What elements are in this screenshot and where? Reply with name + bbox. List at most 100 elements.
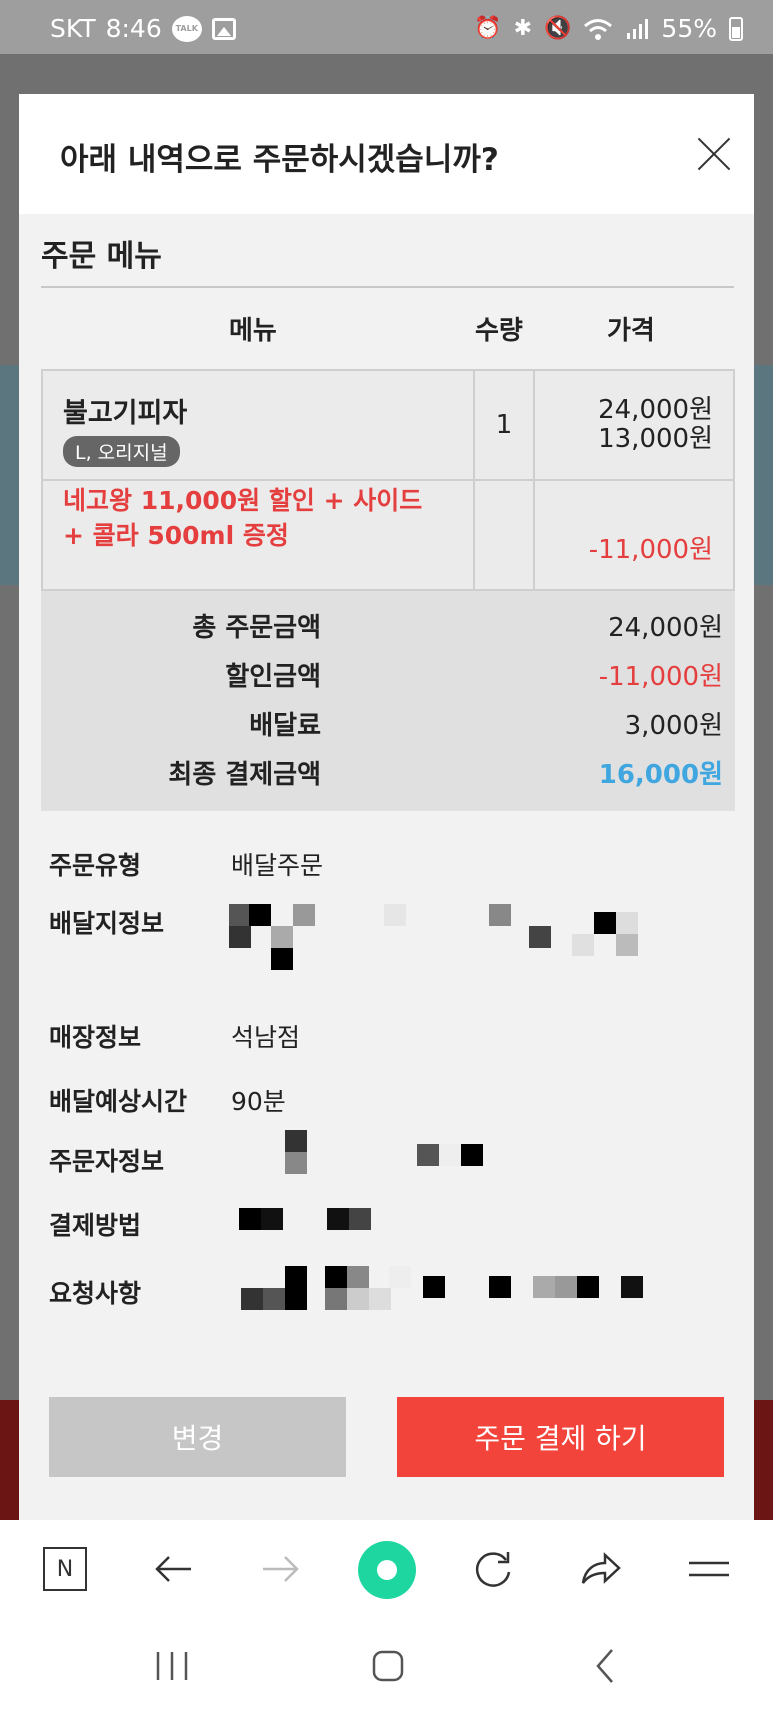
- redacted-block: [616, 912, 638, 934]
- bluetooth-icon: ✱: [513, 16, 533, 41]
- redacted-block: [461, 1144, 483, 1166]
- naver-home-button[interactable]: N: [40, 1544, 90, 1594]
- arrow-left-icon: [155, 1556, 191, 1582]
- item-qty: 1: [475, 371, 535, 479]
- redacted-block: [261, 1208, 283, 1230]
- discount-label: 할인금액: [225, 662, 321, 692]
- item-name: 불고기피자: [63, 398, 188, 429]
- back-button[interactable]: [148, 1544, 198, 1594]
- recent-apps-button[interactable]: [142, 1646, 202, 1686]
- total-order-value: 24,000원: [608, 613, 723, 643]
- order-menu-title: 주문 메뉴: [41, 239, 162, 274]
- redacted-block: [271, 948, 293, 970]
- redacted-block: [229, 904, 251, 926]
- forward-button[interactable]: [256, 1544, 306, 1594]
- redacted-block: [327, 1208, 349, 1230]
- redacted-block: [369, 1288, 391, 1310]
- order-type-value: 배달주문: [231, 851, 324, 880]
- redacted-block: [489, 1276, 511, 1298]
- delivery-fee-label: 배달료: [249, 711, 321, 741]
- payment-label: 결제방법: [49, 1211, 142, 1240]
- request-label: 요청사항: [49, 1279, 142, 1308]
- store-label: 매장정보: [49, 1023, 142, 1052]
- hamburger-icon: [689, 1561, 729, 1577]
- home-button[interactable]: [358, 1646, 418, 1686]
- modal-header: 아래 내역으로 주문하시겠습니까?: [19, 94, 754, 214]
- table-row: 네고왕 11,000원 할인 + 사이드 + 콜라 500ml 증정 -11,0…: [43, 481, 733, 589]
- refresh-button[interactable]: [468, 1544, 518, 1594]
- battery-icon: [729, 16, 743, 41]
- orderer-label: 주문자정보: [49, 1147, 165, 1176]
- redacted-block: [293, 904, 315, 926]
- browser-toolbar: N: [0, 1520, 773, 1616]
- arrow-right-icon: [263, 1556, 299, 1582]
- eta-label: 배달예상시간: [49, 1087, 188, 1116]
- column-header-qty: 수량: [475, 316, 523, 346]
- order-table: 불고기피자 L, 오리지널 1 24,000원 13,000원 네고왕 11,0…: [41, 369, 735, 591]
- wifi-icon: [584, 18, 613, 40]
- column-header-menu: 메뉴: [229, 316, 277, 346]
- close-icon[interactable]: [696, 136, 732, 172]
- refresh-icon: [475, 1552, 511, 1587]
- address-label: 배달지정보: [49, 909, 165, 938]
- redacted-block: [417, 1144, 439, 1166]
- change-button[interactable]: 변경: [49, 1397, 346, 1477]
- kakaotalk-icon: TALK: [171, 15, 202, 42]
- order-totals: 총 주문금액 24,000원 할인금액 -11,000원 배달료 3,000원 …: [41, 591, 735, 811]
- pay-order-button[interactable]: 주문 결제 하기: [397, 1397, 724, 1477]
- mute-icon: 🔇: [544, 16, 572, 41]
- item-price-sale: 13,000원: [598, 424, 713, 454]
- order-type-label: 주문유형: [49, 851, 142, 880]
- total-row-discount: 할인금액 -11,000원: [41, 650, 735, 699]
- redacted-block: [529, 926, 551, 948]
- status-bar: SKT 8:46 TALK ⏰ ✱ 🔇 55%: [0, 0, 773, 54]
- redacted-block: [616, 934, 638, 956]
- signal-icon: [627, 18, 649, 39]
- price-cell: 24,000원 13,000원: [535, 371, 733, 479]
- redacted-block: [229, 926, 251, 948]
- redacted-block: [594, 912, 616, 934]
- share-icon: [581, 1552, 621, 1584]
- menu-cell: 불고기피자 L, 오리지널: [43, 371, 475, 479]
- promotion-text-line1: 네고왕 11,000원 할인 + 사이드: [63, 486, 423, 515]
- column-header-price: 가격: [607, 316, 655, 346]
- redacted-block: [285, 1288, 307, 1310]
- redacted-block: [621, 1276, 643, 1298]
- redacted-block: [241, 1288, 263, 1310]
- item-option-badge: L, 오리지널: [63, 436, 180, 467]
- menu-button[interactable]: [684, 1544, 734, 1594]
- redacted-block: [239, 1208, 261, 1230]
- section-divider: [41, 286, 734, 288]
- home-icon: [372, 1650, 404, 1682]
- delivery-fee-value: 3,000원: [624, 711, 723, 741]
- total-row-final: 최종 결제금액 16,000원: [41, 748, 735, 797]
- green-dot-button[interactable]: [357, 1540, 417, 1600]
- clock-time: 8:46: [105, 14, 162, 43]
- redacted-block: [555, 1276, 577, 1298]
- redacted-block: [384, 904, 406, 926]
- redacted-block: [349, 1208, 371, 1230]
- redacted-block: [423, 1276, 445, 1298]
- kakaotalk-icon-label: TALK: [175, 24, 198, 33]
- final-amount-label: 최종 결제금액: [168, 760, 321, 790]
- green-dot-icon: [358, 1541, 416, 1599]
- table-row: 불고기피자 L, 오리지널 1 24,000원 13,000원: [43, 371, 733, 481]
- item-price-original: 24,000원: [598, 395, 713, 426]
- redacted-block: [347, 1288, 369, 1310]
- system-back-button[interactable]: [576, 1646, 636, 1686]
- order-confirm-modal: 아래 내역으로 주문하시겠습니까? 주문 메뉴 메뉴 수량 가격 불고기피자 L…: [19, 94, 754, 1520]
- redacted-block: [439, 1144, 461, 1166]
- carrier-label: SKT: [50, 14, 96, 43]
- discount-value: -11,000원: [598, 662, 723, 692]
- eta-value: 90분: [231, 1087, 286, 1116]
- promotion-qty: [475, 481, 535, 589]
- redacted-block: [325, 1288, 347, 1310]
- redacted-block: [263, 1288, 285, 1310]
- alarm-icon: ⏰: [474, 16, 502, 41]
- redacted-block: [285, 1266, 307, 1288]
- redacted-block: [577, 1276, 599, 1298]
- naver-n-icon: N: [43, 1547, 87, 1591]
- redacted-block: [489, 904, 511, 926]
- modal-title: 아래 내역으로 주문하시겠습니까?: [60, 142, 499, 178]
- share-button[interactable]: [576, 1544, 626, 1594]
